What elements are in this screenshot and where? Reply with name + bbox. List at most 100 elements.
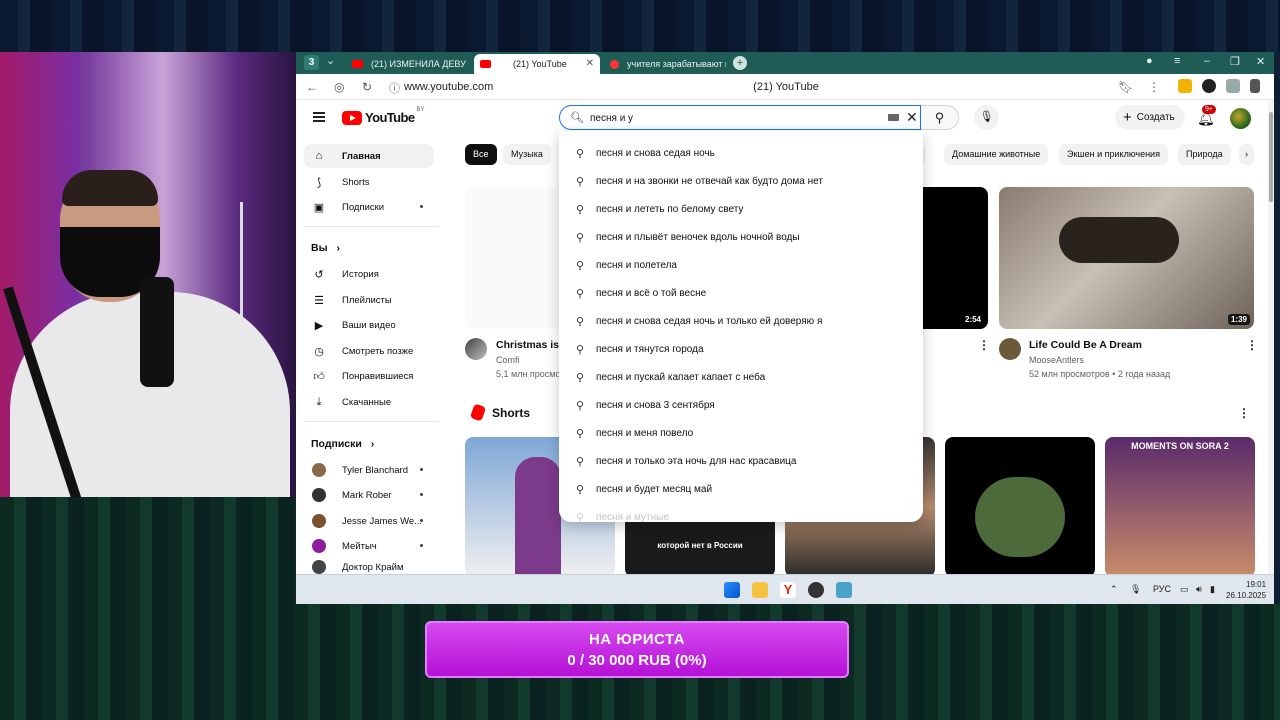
account-avatar[interactable]	[1230, 108, 1251, 129]
sidebar-item-subscriptions[interactable]: ▣ Подписки	[304, 195, 434, 219]
keyboard-icon[interactable]	[888, 114, 899, 121]
suggestion-item[interactable]: ⚲ песня и будет месяц май	[559, 475, 923, 503]
sidebar-item-playlists[interactable]: ☰ Плейлисты	[304, 288, 434, 312]
suggestion-item[interactable]: ⚲ песня и меня повело	[559, 419, 923, 447]
suggestion-item[interactable]: ⚲ песня и всё о той весне	[559, 279, 923, 307]
create-button[interactable]: + Создать	[1115, 105, 1185, 130]
chip-pets[interactable]: Домашние животные	[944, 144, 1049, 165]
hamburger-menu-icon[interactable]	[313, 112, 325, 122]
search-button[interactable]: ⚲	[921, 105, 959, 130]
suggestion-item[interactable]: ⚲ песня и тянутся города	[559, 335, 923, 363]
browser-tab-1[interactable]: (21) ИЗМЕНИЛА ДЕВУШ	[346, 54, 466, 74]
suggestion-item[interactable]: ⚲ песня и мутные	[559, 503, 923, 523]
url-field[interactable]: www.youtube.com	[404, 81, 493, 93]
suggestion-item[interactable]: ⚲ песня и пускай капает капает с неба	[559, 363, 923, 391]
download-icon[interactable]	[1250, 79, 1260, 93]
sidebar-subscriptions-header[interactable]: Подписки ›	[311, 438, 374, 450]
sidebar-channel[interactable]: Мейтыч	[304, 534, 434, 558]
video-title[interactable]: Life Could Be A Dream	[1029, 339, 1142, 351]
tab-list-chevron-icon[interactable]: ⌄	[326, 54, 335, 67]
chevron-right-icon: ›	[336, 242, 340, 254]
channel-avatar	[312, 463, 326, 477]
suggestion-item[interactable]: ⚲ песня и снова седая ночь	[559, 139, 923, 167]
close-window-icon[interactable]: ✕	[1256, 55, 1265, 68]
short-thumbnail[interactable]	[945, 437, 1095, 577]
suggestion-item[interactable]: ⚲ песня и полетела	[559, 251, 923, 279]
browser-tab-3[interactable]: учителя зарабатывают м	[604, 54, 726, 74]
short-thumbnail[interactable]: MOMENTS ON SORA 2	[1105, 437, 1255, 577]
extension-play-icon[interactable]	[1202, 79, 1216, 93]
chip-scroll-right[interactable]: ›	[1239, 144, 1254, 165]
video-thumbnail[interactable]	[465, 187, 565, 329]
liked-icon: 👍︎	[313, 370, 325, 383]
channel-avatar[interactable]	[465, 338, 487, 360]
site-info-icon[interactable]: ⓘ	[389, 80, 400, 96]
sidebar-channel[interactable]: Доктор Крайм	[304, 560, 434, 574]
back-icon[interactable]: ←	[306, 80, 318, 94]
chip-adventure[interactable]: Экшен и приключения	[1059, 144, 1168, 165]
suggestion-item[interactable]: ⚲ песня и на звонки не отвечай как будто …	[559, 167, 923, 195]
sidebar-channel[interactable]: Tyler Blanchard	[304, 458, 434, 482]
voice-search-button[interactable]: 🎙︎	[974, 105, 999, 130]
shield-icon[interactable]: ◎	[334, 80, 344, 94]
sidebar-channel[interactable]: Mark Rober	[304, 483, 434, 507]
network-icon[interactable]: ▭	[1180, 584, 1189, 595]
video-channel[interactable]: MooseAntlers	[1029, 355, 1084, 365]
file-explorer-icon[interactable]	[752, 582, 768, 598]
tab-count-badge[interactable]: 3	[304, 55, 319, 70]
yandex-browser-icon[interactable]: Y	[780, 582, 796, 598]
chip-nature[interactable]: Природа	[1178, 144, 1231, 165]
obs-icon[interactable]	[808, 582, 824, 598]
video-thumbnail[interactable]: 2:54	[923, 187, 988, 329]
suggestion-item[interactable]: ⚲ песня и плывёт веночек вдоль ночной вод…	[559, 223, 923, 251]
notepad-icon[interactable]	[836, 582, 852, 598]
sidebar-item-home[interactable]: ⌂ Главная	[304, 144, 434, 168]
sidebar-channel[interactable]: Jesse James We...	[304, 509, 434, 533]
youtube-logo[interactable]: YouTube BY	[342, 107, 425, 125]
video-title[interactable]: Christmas is c	[496, 339, 568, 351]
windows-start-icon[interactable]	[724, 582, 740, 598]
extension-icon[interactable]	[1178, 79, 1192, 93]
bookmark-icon[interactable]: 🔖︎	[1118, 80, 1133, 94]
new-tab-icon[interactable]: +	[733, 56, 747, 70]
sidebar-item-liked[interactable]: 👍︎ Понравившиеся	[304, 364, 434, 388]
chip-music[interactable]: Музыка	[503, 144, 551, 165]
page-scrollbar[interactable]	[1268, 100, 1274, 604]
sidebar-you-header[interactable]: Вы ›	[311, 242, 340, 254]
suggestion-item[interactable]: ⚲ песня и снова 3 сентября	[559, 391, 923, 419]
sidebar-item-label: Смотреть позже	[342, 345, 414, 357]
extension-icon[interactable]	[1226, 79, 1240, 93]
reload-icon[interactable]: ↻	[362, 80, 372, 94]
more-options-icon[interactable]: ⋮	[1238, 406, 1250, 420]
search-input[interactable]	[590, 109, 870, 127]
battery-icon[interactable]: ▮	[1210, 584, 1215, 595]
suggestion-item[interactable]: ⚲ песня и снова седая ночь и только ей до…	[559, 307, 923, 335]
channel-avatar[interactable]	[999, 338, 1021, 360]
chip-all[interactable]: Все	[465, 144, 497, 165]
browser-tab-2[interactable]: (21) YouTube ✕	[474, 54, 600, 74]
language-indicator[interactable]: РУС	[1153, 584, 1171, 594]
more-options-icon[interactable]: ⋮	[1246, 338, 1258, 352]
scrollbar-thumb[interactable]	[1269, 112, 1273, 202]
sidebar-item-watch-later[interactable]: ◷ Смотреть позже	[304, 339, 434, 363]
sidebar-item-shorts[interactable]: ⟆ Shorts	[304, 170, 434, 194]
restore-icon[interactable]: ❐	[1230, 55, 1240, 68]
minimize-icon[interactable]: –	[1204, 55, 1210, 67]
video-channel[interactable]: Comfi	[496, 355, 520, 365]
more-icon[interactable]: ⋮	[1148, 80, 1160, 94]
suggestion-item[interactable]: ⚲ песня и только эта ночь для нас красави…	[559, 447, 923, 475]
more-options-icon[interactable]: ⋮	[978, 338, 990, 352]
close-tab-icon[interactable]: ✕	[586, 58, 594, 69]
video-thumbnail[interactable]: 1:39	[999, 187, 1254, 329]
sidebar-item-your-videos[interactable]: ▶ Ваши видео	[304, 313, 434, 337]
menu-icon[interactable]: ≡	[1174, 55, 1180, 67]
suggestion-item[interactable]: ⚲ песня и лететь по белому свету	[559, 195, 923, 223]
profile-icon[interactable]: ●	[1146, 55, 1153, 67]
tray-chevron-icon[interactable]: ⌃	[1110, 584, 1118, 595]
tray-mic-icon[interactable]: 🎙︎	[1130, 584, 1141, 595]
system-clock[interactable]: 19:01 26.10.2025	[1226, 579, 1266, 601]
sidebar-item-history[interactable]: ↺ История	[304, 262, 434, 286]
volume-icon[interactable]: 🔊︎	[1196, 584, 1202, 595]
sidebar-item-downloads[interactable]: ⤓ Скачанные	[304, 390, 434, 414]
clear-search-icon[interactable]: ✕	[906, 109, 918, 126]
